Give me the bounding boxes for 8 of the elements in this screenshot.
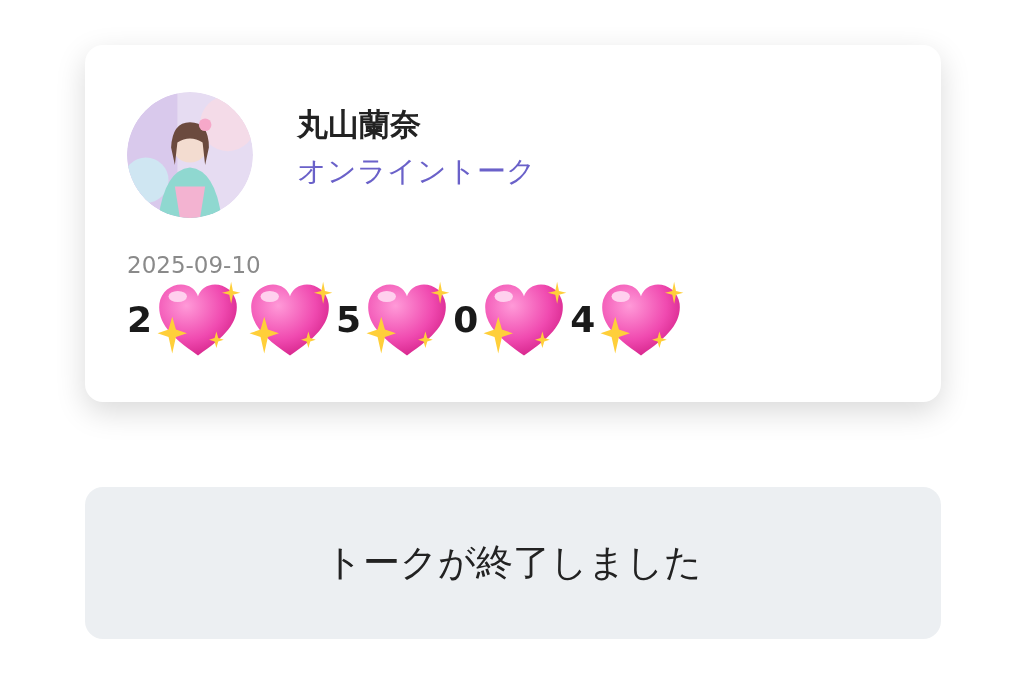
message-text: 5 — [336, 299, 362, 340]
user-name: 丸山蘭奈 — [297, 105, 422, 144]
message-text: 0 — [453, 299, 479, 340]
message-text: 4 — [570, 299, 596, 340]
message-date: 2025-09-10 — [127, 252, 262, 278]
talk-type: オンライントーク — [297, 153, 536, 190]
message-text: 2 — [127, 299, 153, 340]
talk-ended-button[interactable]: トークが終了しました — [85, 487, 941, 639]
